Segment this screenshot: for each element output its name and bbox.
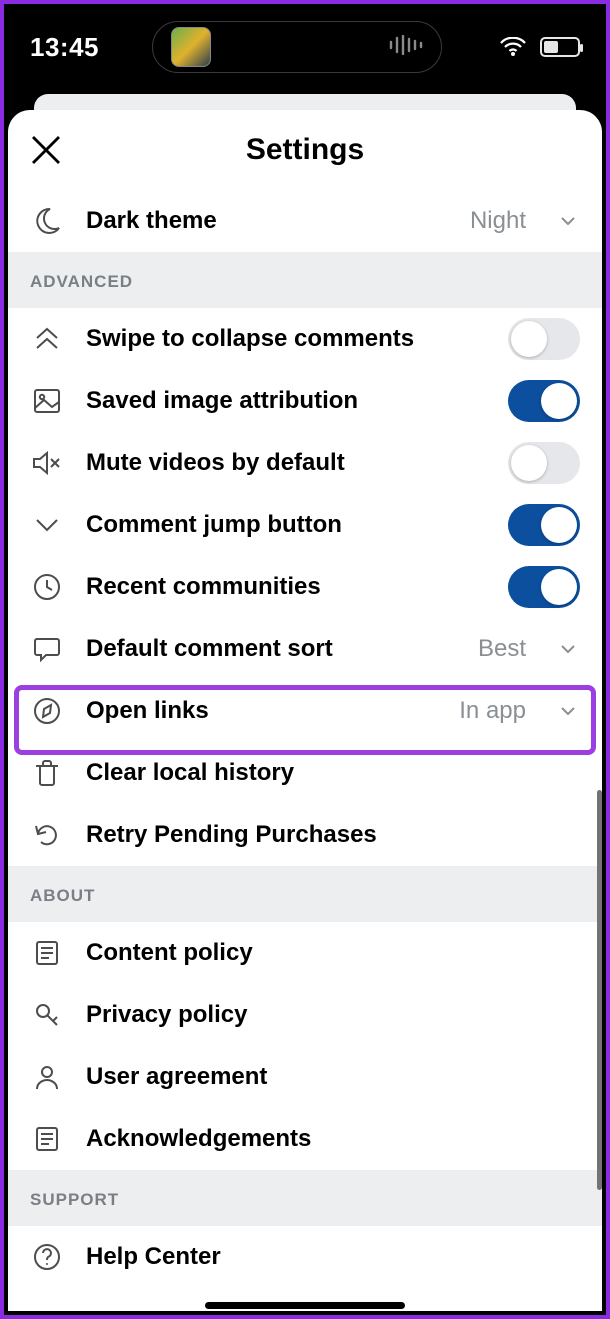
document-lines-icon [30, 1122, 64, 1156]
links-label: Open links [86, 697, 209, 725]
dark-theme-value: Night [470, 207, 526, 235]
row-privacy-policy[interactable]: Privacy policy [8, 984, 602, 1046]
row-acknowledgements[interactable]: Acknowledgements [8, 1108, 602, 1170]
jump-label: Comment jump button [86, 511, 342, 539]
home-indicator[interactable] [205, 1302, 405, 1309]
mute-label: Mute videos by default [86, 449, 345, 477]
settings-card: Settings Dark theme Night ADVANCED Swipe… [8, 110, 602, 1311]
toggle-swipe-collapse[interactable] [508, 318, 580, 360]
sort-label: Default comment sort [86, 635, 333, 663]
audio-wave-icon [389, 35, 423, 60]
ack-label: Acknowledgements [86, 1125, 311, 1153]
row-default-sort[interactable]: Default comment sort Best [8, 618, 602, 680]
toggle-saved-attribution[interactable] [508, 380, 580, 422]
row-clear-history[interactable]: Clear local history [8, 742, 602, 804]
user-icon [30, 1060, 64, 1094]
wifi-icon [500, 37, 526, 57]
mute-icon [30, 446, 64, 480]
refresh-icon [30, 818, 64, 852]
moon-icon [30, 204, 64, 238]
double-chevron-up-icon [30, 322, 64, 356]
dark-theme-label: Dark theme [86, 207, 217, 235]
row-content-policy[interactable]: Content policy [8, 922, 602, 984]
privacy-label: Privacy policy [86, 1001, 247, 1029]
help-label: Help Center [86, 1243, 221, 1271]
chevron-down-icon [556, 699, 580, 723]
row-swipe-collapse[interactable]: Swipe to collapse comments [8, 308, 602, 370]
dynamic-island [152, 21, 442, 73]
row-comment-jump[interactable]: Comment jump button [8, 494, 602, 556]
user-label: User agreement [86, 1063, 267, 1091]
sort-value: Best [478, 635, 526, 663]
swipe-label: Swipe to collapse comments [86, 325, 414, 353]
trash-icon [30, 756, 64, 790]
chevron-down-big-icon [30, 508, 64, 542]
links-value: In app [459, 697, 526, 725]
row-recent-communities[interactable]: Recent communities [8, 556, 602, 618]
row-mute-videos[interactable]: Mute videos by default [8, 432, 602, 494]
section-header-support: SUPPORT [8, 1170, 602, 1226]
row-user-agreement[interactable]: User agreement [8, 1046, 602, 1108]
content-label: Content policy [86, 939, 253, 967]
chevron-down-icon [556, 209, 580, 233]
key-icon [30, 998, 64, 1032]
document-lines-icon [30, 936, 64, 970]
section-header-advanced: ADVANCED [8, 252, 602, 308]
row-retry-purchases[interactable]: Retry Pending Purchases [8, 804, 602, 866]
clock-icon [30, 570, 64, 604]
row-open-links[interactable]: Open links In app [8, 680, 602, 742]
chevron-down-icon [556, 637, 580, 661]
app-thumbnail-icon [171, 27, 211, 67]
help-icon [30, 1240, 64, 1274]
toggle-recent-communities[interactable] [508, 566, 580, 608]
compass-icon [30, 694, 64, 728]
scroll-indicator[interactable] [597, 790, 602, 1190]
battery-icon [540, 37, 580, 57]
comment-icon [30, 632, 64, 666]
recent-label: Recent communities [86, 573, 321, 601]
section-header-about: ABOUT [8, 866, 602, 922]
toggle-comment-jump[interactable] [508, 504, 580, 546]
image-icon [30, 384, 64, 418]
row-help-center[interactable]: Help Center [8, 1226, 602, 1288]
toggle-mute-videos[interactable] [508, 442, 580, 484]
saved-label: Saved image attribution [86, 387, 358, 415]
row-dark-theme[interactable]: Dark theme Night [8, 190, 602, 252]
retry-label: Retry Pending Purchases [86, 821, 377, 849]
row-saved-attribution[interactable]: Saved image attribution [8, 370, 602, 432]
clear-label: Clear local history [86, 759, 294, 787]
page-title: Settings [26, 133, 584, 167]
status-time: 13:45 [30, 32, 99, 63]
status-bar: 13:45 [4, 4, 606, 90]
